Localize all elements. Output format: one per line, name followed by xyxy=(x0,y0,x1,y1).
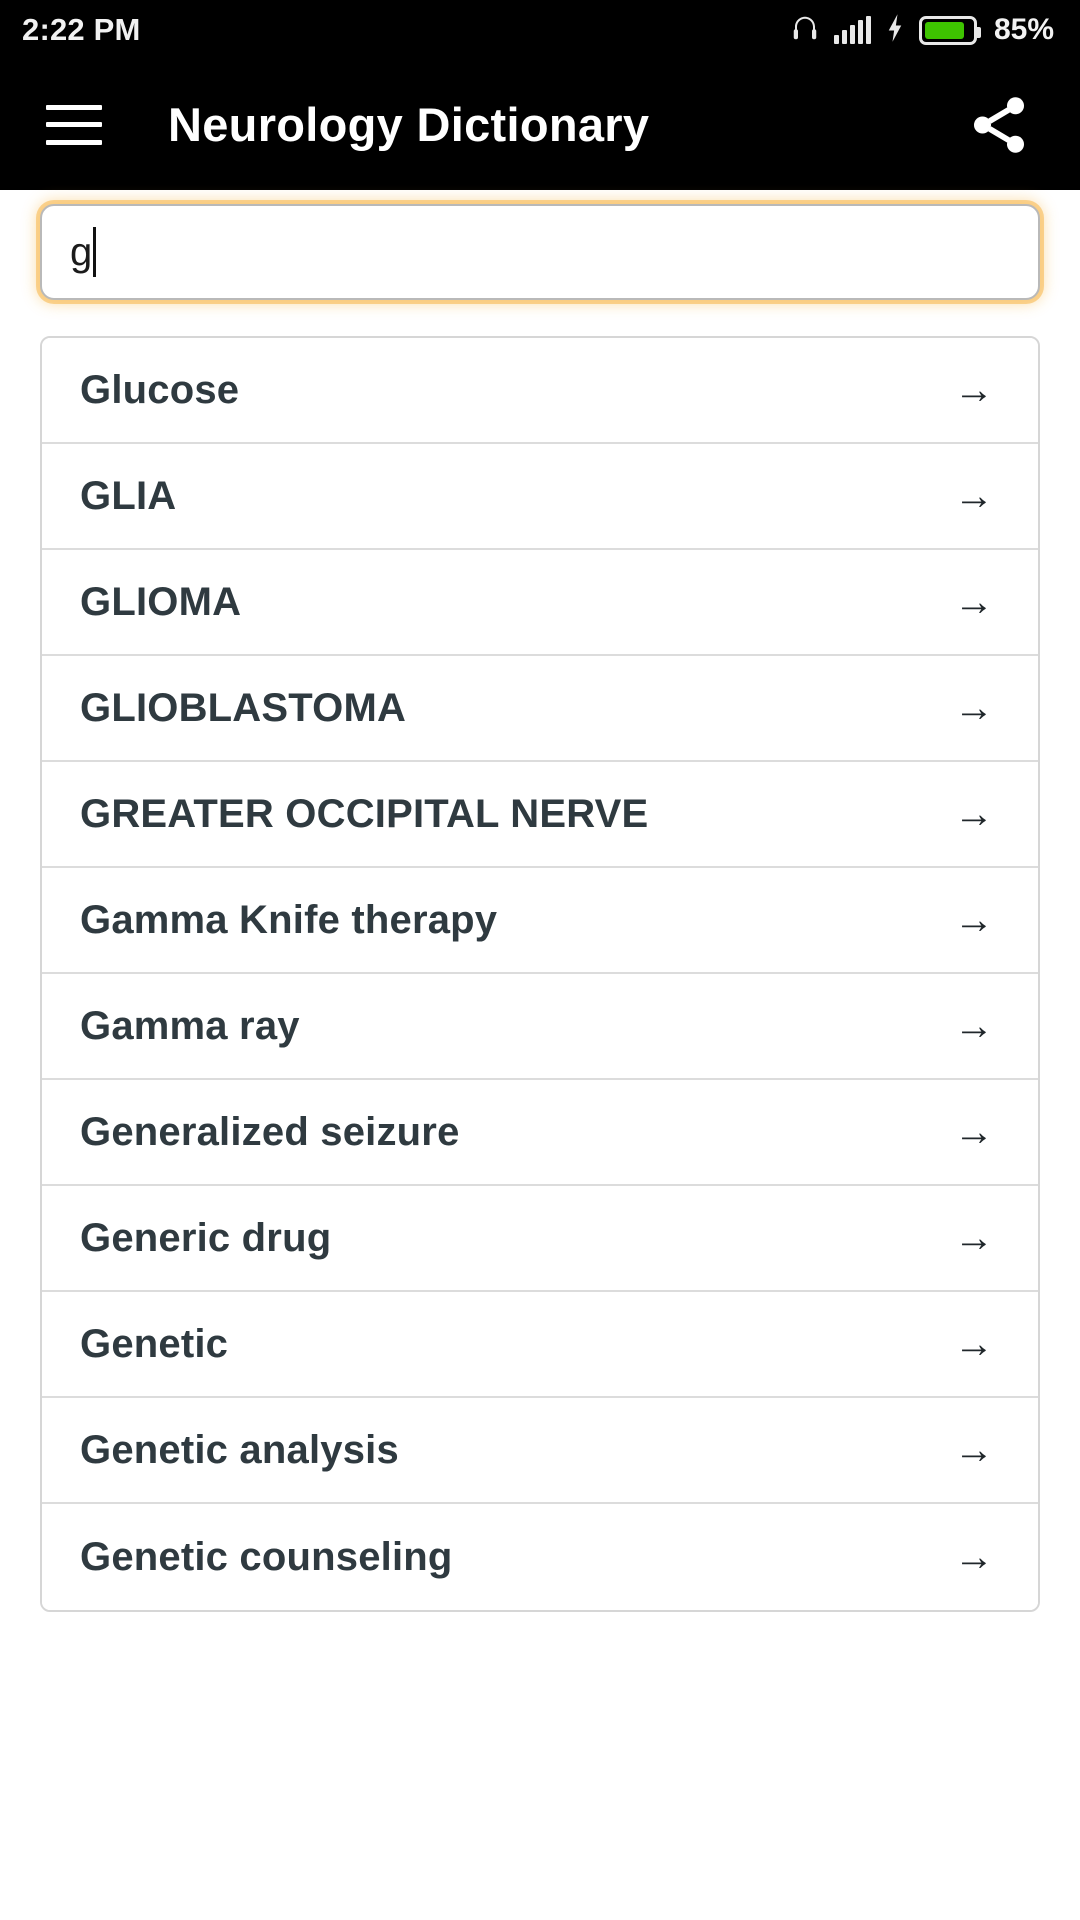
signal-bars-icon xyxy=(833,16,871,44)
list-item-label: Genetic xyxy=(80,1321,229,1366)
status-bar: 2:22 PM 85% xyxy=(0,0,1080,60)
list-item[interactable]: Genetic → xyxy=(42,1292,1038,1398)
list-item-label: Glucose xyxy=(80,367,240,412)
search-input[interactable]: g xyxy=(40,204,1040,300)
arrow-right-icon: → xyxy=(954,474,994,518)
list-item-label: Generic drug xyxy=(80,1215,332,1260)
arrow-right-icon: → xyxy=(954,898,994,942)
battery-icon xyxy=(918,15,981,45)
list-item[interactable]: Genetic analysis → xyxy=(42,1398,1038,1504)
list-item-label: Gamma ray xyxy=(80,1003,300,1048)
arrow-right-icon: → xyxy=(954,1004,994,1048)
arrow-right-icon: → xyxy=(954,686,994,730)
list-item[interactable]: GLIA → xyxy=(42,444,1038,550)
list-item[interactable]: Genetic counseling → xyxy=(42,1504,1038,1610)
list-item-label: Genetic counseling xyxy=(80,1534,453,1579)
arrow-right-icon: → xyxy=(954,1535,994,1579)
list-item[interactable]: GREATER OCCIPITAL NERVE → xyxy=(42,762,1038,868)
list-item-label: GLIA xyxy=(80,473,177,518)
search-input-value: g xyxy=(70,230,93,274)
arrow-right-icon: → xyxy=(954,1110,994,1154)
app-bar: Neurology Dictionary xyxy=(0,60,1080,190)
arrow-right-icon: → xyxy=(954,792,994,836)
list-item[interactable]: Generic drug → xyxy=(42,1186,1038,1292)
status-bar-icons: 85% xyxy=(790,13,1054,48)
list-item[interactable]: Gamma Knife therapy → xyxy=(42,868,1038,974)
share-icon[interactable] xyxy=(964,90,1034,160)
list-item-label: GLIOMA xyxy=(80,579,242,624)
battery-percent-label: 85% xyxy=(993,13,1054,46)
list-item[interactable]: Generalized seizure → xyxy=(42,1080,1038,1186)
list-item-label: Generalized seizure xyxy=(80,1109,460,1154)
page-title: Neurology Dictionary xyxy=(168,98,650,151)
text-caret xyxy=(93,227,97,277)
list-item[interactable]: Glucose → xyxy=(42,338,1038,444)
search-section: g xyxy=(0,190,1080,300)
arrow-right-icon: → xyxy=(954,1322,994,1366)
arrow-right-icon: → xyxy=(954,580,994,624)
arrow-right-icon: → xyxy=(954,1428,994,1472)
list-item[interactable]: GLIOMA → xyxy=(42,550,1038,656)
arrow-right-icon: → xyxy=(954,368,994,412)
search-results-list: Glucose → GLIA → GLIOMA → GLIOBLASTOMA → GREATER… xyxy=(40,336,1040,1612)
charging-bolt-icon xyxy=(885,13,905,48)
list-item-label: GREATER OCCIPITAL NERVE xyxy=(80,791,649,836)
status-bar-time: 2:22 PM xyxy=(22,12,141,47)
list-item-label: Gamma Knife therapy xyxy=(80,897,498,942)
list-item-label: GLIOBLASTOMA xyxy=(80,685,407,730)
headphones-icon xyxy=(790,13,820,48)
hamburger-menu-icon[interactable] xyxy=(46,104,102,145)
list-item[interactable]: GLIOBLASTOMA → xyxy=(42,656,1038,762)
arrow-right-icon: → xyxy=(954,1216,994,1260)
list-item-label: Genetic analysis xyxy=(80,1427,399,1472)
list-item[interactable]: Gamma ray → xyxy=(42,974,1038,1080)
